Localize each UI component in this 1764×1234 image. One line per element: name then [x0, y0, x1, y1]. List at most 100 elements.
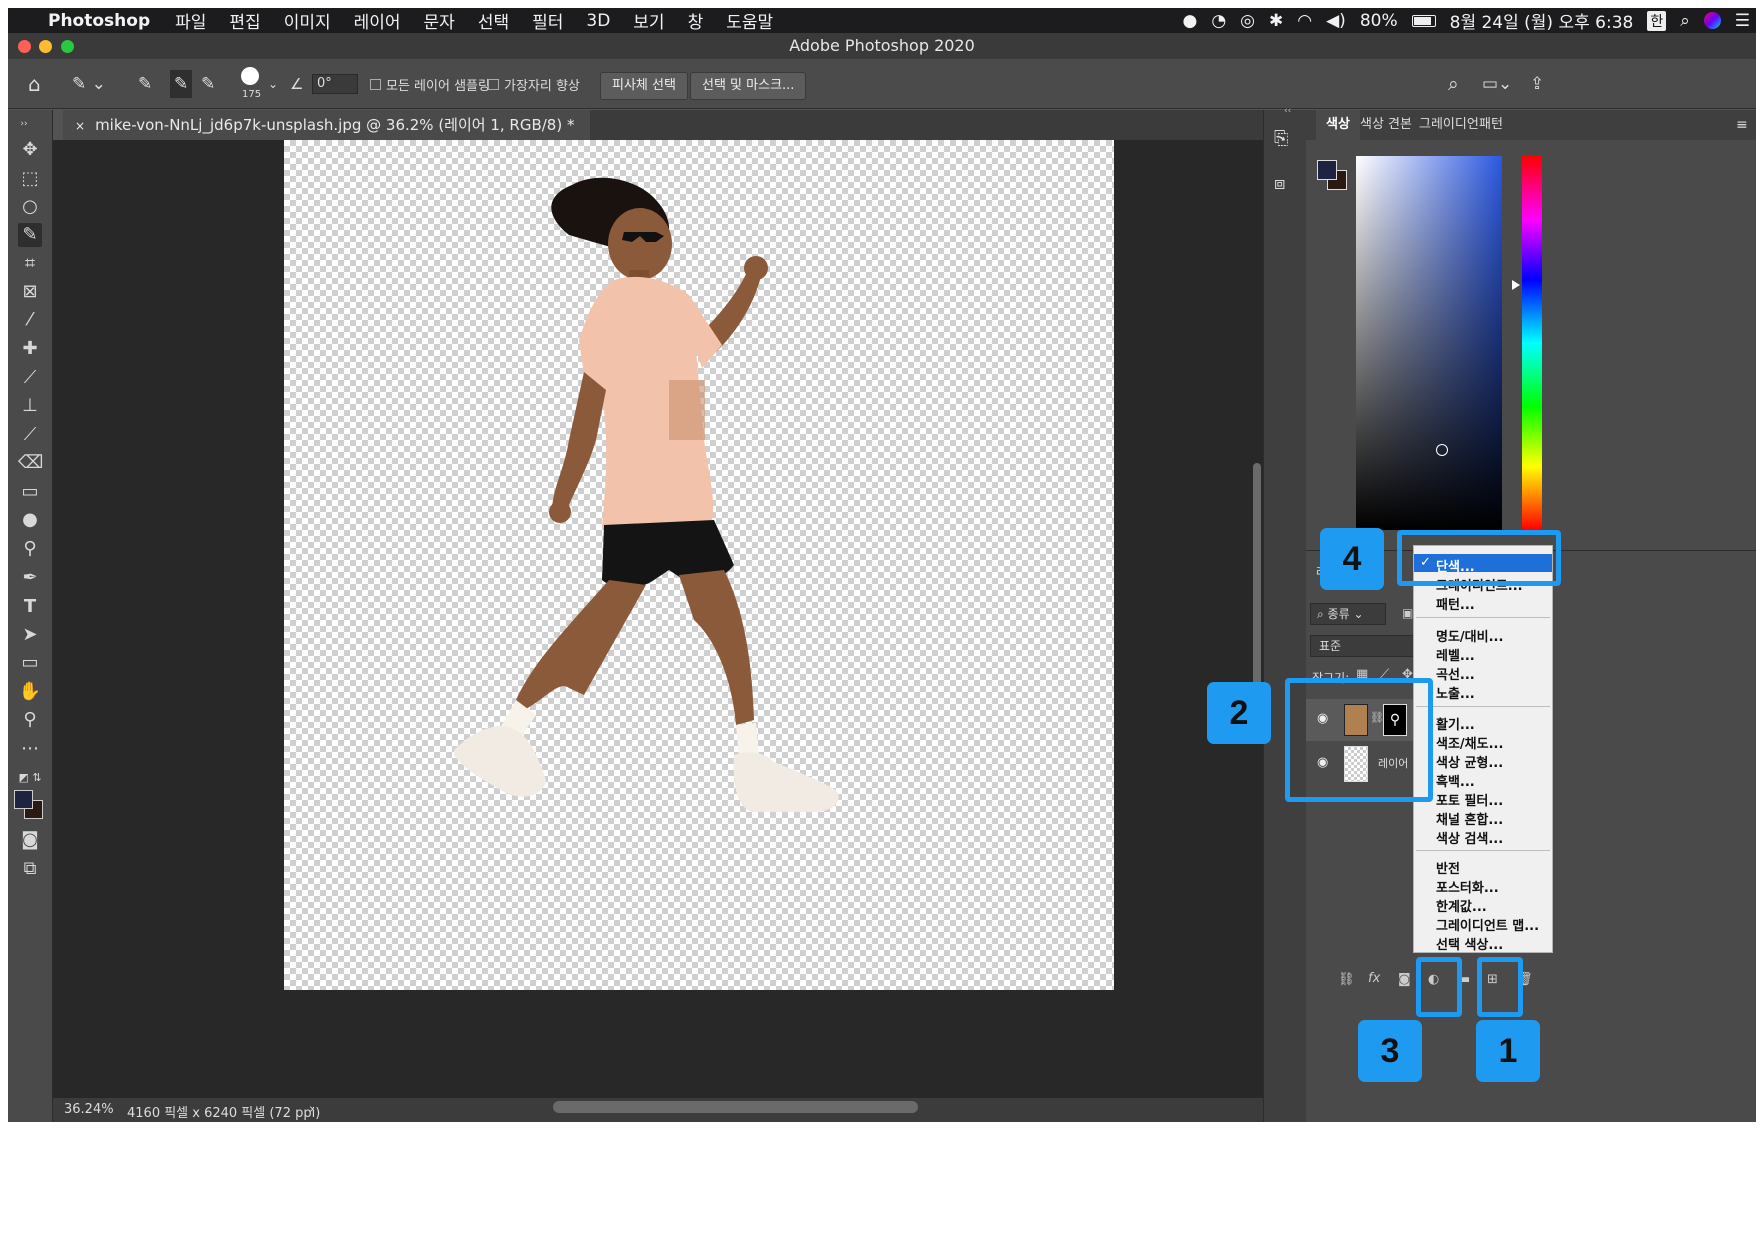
3d-panel-icon[interactable]: ⧈ [1274, 173, 1285, 194]
rectangle-tool-icon[interactable]: ▭ [18, 651, 42, 675]
search-icon[interactable]: ⌕ [1448, 59, 1459, 109]
enhance-edge-checkbox[interactable]: 가장자리 향상 [488, 59, 580, 109]
blend-mode-select[interactable]: 표준 [1310, 635, 1414, 657]
workspace-icon[interactable]: ▭⌄ [1482, 59, 1512, 109]
clock[interactable]: 8월 24일 (월) 오후 6:38 [1450, 8, 1634, 33]
healing-brush-tool-icon[interactable]: ✚ [18, 337, 42, 361]
path-selection-tool-icon[interactable]: ➤ [18, 623, 42, 647]
brush-tool-icon[interactable]: ⟋ [18, 366, 42, 390]
select-subject-button[interactable]: 피사체 선택 [600, 72, 688, 100]
quick-selection-tool-icon[interactable]: ✎ [18, 223, 42, 247]
history-brush-tool-icon[interactable]: ⟋ [18, 423, 42, 447]
horizontal-scrollbar[interactable] [553, 1101, 918, 1113]
color-panel-menu-icon[interactable]: ≡ [1736, 110, 1748, 140]
move-tool-icon[interactable]: ✥ [18, 138, 42, 162]
subtract-selection-icon[interactable]: ✎ [201, 59, 215, 109]
menu-item-hue-saturation[interactable]: 색조/채도... [1436, 733, 1503, 752]
document-tab[interactable]: × mike-von-NnLj_jd6p7k-unsplash.jpg @ 36.… [63, 110, 591, 140]
hue-slider-handle[interactable] [1512, 280, 1520, 290]
history-panel-icon[interactable]: ⎘ [1274, 128, 1288, 149]
document-info[interactable]: 4160 픽셀 x 6240 픽셀 (72 ppi) [127, 1102, 320, 1121]
menu-item-levels[interactable]: 레벨... [1436, 645, 1475, 664]
menu-item-pattern[interactable]: 패턴... [1436, 594, 1475, 613]
layer-filter-kind[interactable]: ⌕ 종류 ⌄ [1310, 603, 1386, 625]
siri-icon[interactable] [1703, 12, 1721, 29]
eyedropper-tool-icon[interactable]: ⁄ [18, 308, 42, 332]
timer-icon[interactable]: ◔ [1211, 11, 1226, 31]
menu-view[interactable]: 보기 [633, 8, 664, 33]
tab-gradients[interactable]: 그레이디언 [1419, 110, 1479, 140]
dodge-tool-icon[interactable]: ⚲ [18, 537, 42, 561]
menu-item-color-balance[interactable]: 색상 균형... [1436, 752, 1503, 771]
swap-colors-icon[interactable]: ◩ ⇅ [18, 766, 42, 790]
menu-filter[interactable]: 필터 [532, 8, 563, 33]
control-center-icon[interactable]: ☰ [1735, 11, 1750, 31]
vertical-scrollbar[interactable] [1253, 463, 1261, 693]
close-window-button[interactable] [18, 40, 31, 53]
new-selection-icon[interactable]: ✎ [138, 59, 152, 109]
screen-mode-icon[interactable]: ⧉ [18, 857, 42, 881]
menu-item-brightness-contrast[interactable]: 명도/대비... [1436, 626, 1503, 645]
saturation-value-field[interactable] [1356, 156, 1502, 530]
menu-window[interactable]: 창 [688, 8, 704, 33]
chat-icon[interactable]: ● [1182, 11, 1197, 31]
menu-select[interactable]: 선택 [478, 8, 509, 33]
zoom-tool-icon[interactable]: ⚲ [18, 708, 42, 732]
blur-tool-icon[interactable]: ● [18, 508, 42, 532]
input-method[interactable]: 한 [1647, 10, 1667, 31]
menu-item-curves[interactable]: 곡선... [1436, 664, 1475, 683]
menu-item-selective-color[interactable]: 선택 색상... [1436, 934, 1503, 953]
frame-tool-icon[interactable]: ⊠ [18, 280, 42, 304]
brush-picker-chevron-icon[interactable]: ⌄ [268, 59, 278, 109]
more-tools-icon[interactable]: ⋯ [18, 737, 42, 761]
type-tool-icon[interactable]: T [18, 595, 42, 619]
foreground-color-swatch[interactable] [14, 790, 33, 809]
crop-tool-icon[interactable]: ⌗ [18, 252, 42, 276]
status-more-chevron-icon[interactable]: › [309, 1102, 314, 1117]
select-and-mask-button[interactable]: 선택 및 마스크... [690, 72, 807, 100]
zoom-level[interactable]: 36.24% [64, 1102, 114, 1117]
color-picker-ring[interactable] [1436, 444, 1448, 456]
menu-item-threshold[interactable]: 한계값... [1436, 896, 1487, 915]
bluetooth-icon[interactable]: ✱ [1269, 11, 1283, 31]
gradient-tool-icon[interactable]: ▭ [18, 480, 42, 504]
collapse-panels-icon[interactable]: ‹‹ [1284, 106, 1291, 116]
menu-item-exposure[interactable]: 노출... [1436, 683, 1475, 702]
menu-item-black-white[interactable]: 흑백... [1436, 771, 1475, 790]
home-icon[interactable]: ⌂ [28, 59, 41, 109]
menu-image[interactable]: 이미지 [284, 8, 331, 33]
add-to-selection-icon[interactable]: ✎ [170, 70, 193, 98]
expand-tools-icon[interactable]: ›› [12, 112, 36, 136]
menu-item-gradient-map[interactable]: 그레이디언트 맵... [1436, 915, 1539, 934]
menu-layer[interactable]: 레이어 [354, 8, 401, 33]
add-mask-icon[interactable]: ◙ [1398, 972, 1411, 987]
close-tab-icon[interactable]: × [75, 119, 85, 133]
panel-foreground-swatch[interactable] [1317, 160, 1337, 180]
minimize-window-button[interactable] [39, 40, 52, 53]
spotlight-icon[interactable]: ⌕ [1680, 11, 1690, 31]
document-canvas[interactable] [284, 140, 1114, 990]
battery-icon[interactable] [1411, 14, 1436, 27]
tab-swatches[interactable]: 색상 견본 [1360, 110, 1412, 140]
share-icon[interactable]: ⇪ [1530, 59, 1544, 109]
marquee-tool-icon[interactable]: ⬚ [18, 167, 42, 191]
menu-item-posterize[interactable]: 포스터화... [1436, 877, 1499, 896]
canvas-area[interactable] [53, 140, 1263, 1098]
menu-app-name[interactable]: Photoshop [48, 11, 150, 31]
tab-patterns[interactable]: 패턴 [1479, 110, 1503, 140]
menu-edit[interactable]: 편집 [229, 8, 260, 33]
menu-item-photo-filter[interactable]: 포토 필터... [1436, 790, 1503, 809]
menu-item-invert[interactable]: 반전 [1436, 858, 1460, 877]
sample-all-layers-checkbox[interactable]: 모든 레이어 샘플링 [370, 59, 490, 109]
zoom-window-button[interactable] [61, 40, 74, 53]
clone-stamp-tool-icon[interactable]: ⊥ [18, 394, 42, 418]
lasso-tool-icon[interactable]: ○ [18, 195, 42, 219]
tool-preset-picker[interactable]: ✎ ⌄ [72, 59, 106, 109]
volume-icon[interactable]: ◀) [1326, 11, 1346, 31]
wifi-icon[interactable]: ◠ [1297, 11, 1312, 31]
menu-help[interactable]: 도움말 [726, 8, 773, 33]
quick-mask-icon[interactable]: ◙ [18, 828, 42, 852]
menu-3d[interactable]: 3D [586, 11, 610, 31]
menu-type[interactable]: 문자 [424, 8, 455, 33]
hue-slider[interactable] [1522, 156, 1542, 530]
